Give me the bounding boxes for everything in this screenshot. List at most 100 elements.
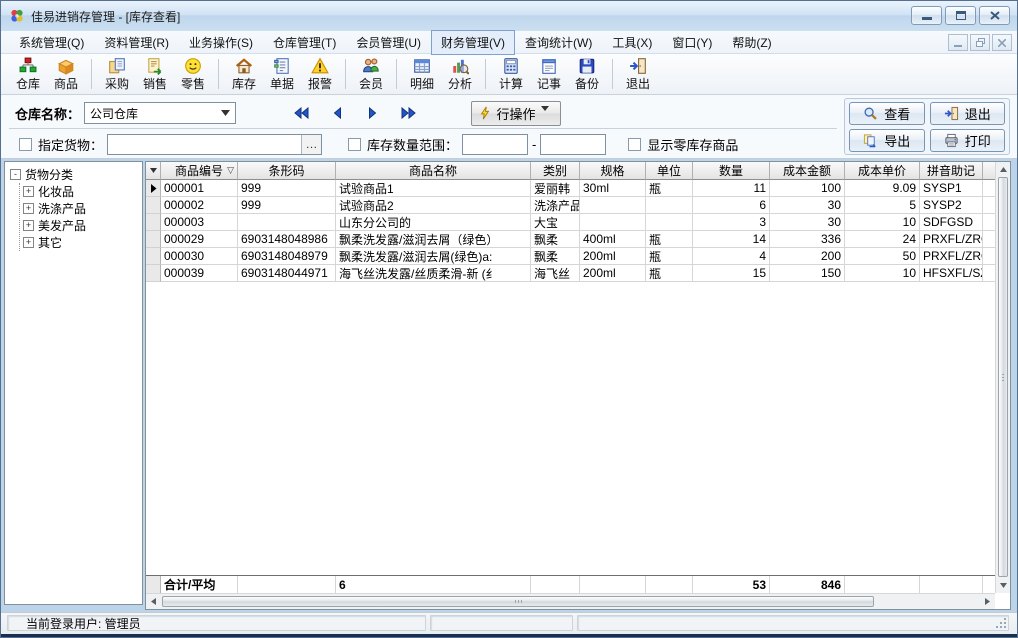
row-selector[interactable] — [146, 197, 161, 214]
cell[interactable] — [238, 214, 336, 231]
close-button[interactable] — [979, 6, 1010, 25]
cell[interactable]: 3 — [693, 214, 770, 231]
row-selector[interactable] — [146, 231, 161, 248]
row-selector[interactable] — [146, 214, 161, 231]
cell[interactable]: PRXFL/ZRQX — [920, 231, 983, 248]
cell[interactable]: 15 — [693, 265, 770, 282]
zero-stock-checkbox[interactable] — [628, 138, 641, 151]
toolbar-button-goods[interactable]: 商品 — [47, 55, 85, 93]
cell[interactable]: 6903148044971 — [238, 265, 336, 282]
nav-previous-button[interactable] — [327, 105, 347, 121]
mdi-minimize-button[interactable] — [948, 34, 968, 51]
cell[interactable]: 11 — [693, 180, 770, 197]
toolbar-button-detail[interactable]: 明细 — [403, 55, 441, 93]
toolbar-button-inventory[interactable]: 库存 — [225, 55, 263, 93]
cell[interactable]: 10 — [845, 265, 920, 282]
menu-item-10[interactable]: 帮助(Z) — [722, 30, 781, 55]
vertical-scrollbar[interactable] — [995, 162, 1010, 593]
cell[interactable] — [580, 214, 646, 231]
tree-item-2[interactable]: +洗涤产品 — [20, 200, 140, 217]
table-row[interactable]: 0000296903148048986飘柔洗发露/滋润去屑（绿色）飘柔400ml… — [146, 231, 995, 248]
mdi-close-button[interactable] — [992, 34, 1012, 51]
menu-item-3[interactable]: 业务操作(S) — [179, 30, 263, 55]
goods-input[interactable] — [108, 135, 301, 154]
cell[interactable]: 瓶 — [646, 231, 693, 248]
vertical-scrollbar-thumb[interactable] — [998, 177, 1008, 577]
cell[interactable] — [983, 231, 995, 248]
horizontal-scrollbar[interactable] — [146, 593, 995, 609]
horizontal-scrollbar-thumb[interactable] — [162, 596, 874, 607]
cell[interactable]: 洗涤产品 — [531, 197, 580, 214]
collapse-icon[interactable]: - — [10, 169, 21, 180]
nav-next-button[interactable] — [363, 105, 383, 121]
column-header-6[interactable]: 单位 — [646, 162, 693, 180]
cell[interactable]: SYSP1 — [920, 180, 983, 197]
cell[interactable]: 50 — [845, 248, 920, 265]
menu-item-2[interactable]: 资料管理(R) — [94, 30, 179, 55]
toolbar-button-backup[interactable]: 备份 — [568, 55, 606, 93]
cell[interactable] — [983, 214, 995, 231]
menu-item-9[interactable]: 窗口(Y) — [662, 30, 722, 55]
toolbar-button-calc[interactable]: 计算 — [492, 55, 530, 93]
cell[interactable]: 爱丽韩 — [531, 180, 580, 197]
cell[interactable]: 飘柔 — [531, 248, 580, 265]
cell[interactable]: 瓶 — [646, 180, 693, 197]
resize-grip[interactable] — [995, 617, 1007, 629]
cell[interactable]: 200ml — [580, 265, 646, 282]
column-header-11[interactable]: 期初 — [983, 162, 995, 180]
action-button-exit[interactable]: 退出 — [930, 102, 1006, 125]
cell[interactable]: 10 — [845, 214, 920, 231]
table-row[interactable]: 0000306903148048979飘柔洗发露/滋润去屑(绿色)a:飘柔200… — [146, 248, 995, 265]
toolbar-button-exit[interactable]: 退出 — [619, 55, 657, 93]
table-row[interactable]: 000003山东分公司的大宝33010SDFGSD — [146, 214, 995, 231]
toolbar-button-docs[interactable]: 单据 — [263, 55, 301, 93]
cell[interactable]: 瓶 — [646, 248, 693, 265]
cell[interactable]: 14 — [693, 231, 770, 248]
cell[interactable]: 200 — [770, 248, 845, 265]
menu-item-8[interactable]: 工具(X) — [602, 30, 662, 55]
toolbar-button-sales[interactable]: 销售 — [136, 55, 174, 93]
cell[interactable]: 336 — [770, 231, 845, 248]
cell[interactable]: 6903148048979 — [238, 248, 336, 265]
toolbar-button-retail[interactable]: 零售 — [174, 55, 212, 93]
menu-item-5[interactable]: 会员管理(U) — [346, 30, 431, 55]
menu-item-6[interactable]: 财务管理(V) — [431, 30, 515, 55]
cell[interactable]: 9.09 — [845, 180, 920, 197]
qty-from-input[interactable] — [462, 134, 528, 155]
cell[interactable] — [580, 197, 646, 214]
cell[interactable] — [983, 197, 995, 214]
cell[interactable]: 999 — [238, 197, 336, 214]
title-bar[interactable]: 佳易进销存管理 - [库存查看] — [1, 1, 1017, 31]
expand-icon[interactable]: + — [23, 203, 34, 214]
column-header-8[interactable]: 成本金额 — [770, 162, 845, 180]
menu-item-4[interactable]: 仓库管理(T) — [263, 30, 346, 55]
cell[interactable]: 30ml — [580, 180, 646, 197]
column-header-9[interactable]: 成本单价 — [845, 162, 920, 180]
cell[interactable]: 海飞丝 — [531, 265, 580, 282]
table-row[interactable]: 0000396903148044971海飞丝洗发露/丝质柔滑-新 (纟海飞丝20… — [146, 265, 995, 282]
qty-range-checkbox[interactable] — [348, 138, 361, 151]
cell[interactable]: 飘柔洗发露/滋润去屑（绿色） — [336, 231, 531, 248]
scroll-left-icon[interactable] — [146, 594, 161, 609]
column-header-10[interactable]: 拼音助记 — [920, 162, 983, 180]
nav-last-button[interactable] — [399, 105, 419, 121]
cell[interactable] — [646, 197, 693, 214]
cell[interactable]: 150 — [770, 265, 845, 282]
toolbar-button-warehouse[interactable]: 仓库 — [9, 55, 47, 93]
tree-item-3[interactable]: +美发产品 — [20, 217, 140, 234]
cell[interactable] — [983, 248, 995, 265]
column-header-1[interactable]: 商品编号▽ — [161, 162, 238, 180]
action-button-export[interactable]: 导出 — [849, 129, 925, 152]
cell[interactable]: 大宝 — [531, 214, 580, 231]
cell[interactable]: 000001 — [161, 180, 238, 197]
cell[interactable]: HFSXFL/SZRH — [920, 265, 983, 282]
toolbar-button-purchase[interactable]: 采购 — [98, 55, 136, 93]
menu-item-1[interactable]: 系统管理(Q) — [9, 30, 94, 55]
cell[interactable] — [646, 214, 693, 231]
tree-item-root[interactable]: - 货物分类 — [7, 166, 140, 183]
minimize-button[interactable] — [911, 6, 942, 25]
expand-icon[interactable]: + — [23, 186, 34, 197]
cell[interactable]: 6 — [693, 197, 770, 214]
row-selector[interactable] — [146, 248, 161, 265]
cell[interactable]: 200ml — [580, 248, 646, 265]
